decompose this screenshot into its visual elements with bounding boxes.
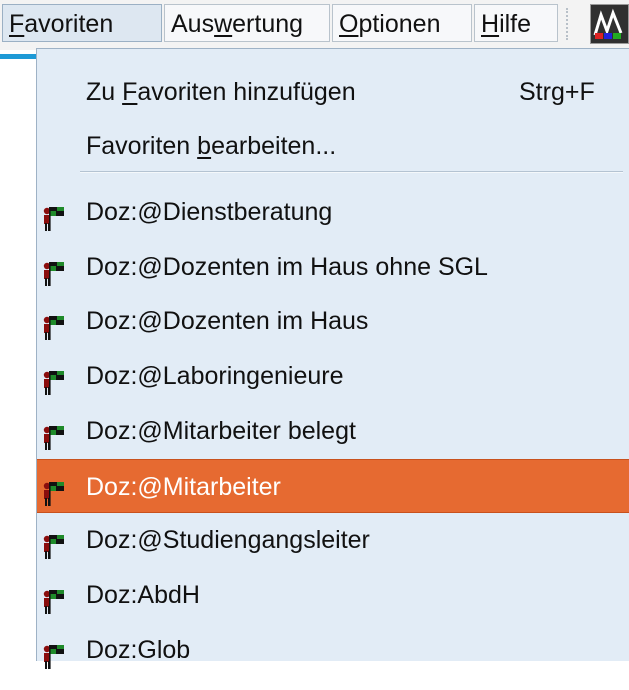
menu-auswertung[interactable]: Auswertung xyxy=(164,4,330,42)
menubar: Favoriten Auswertung Optionen Hilfe xyxy=(0,0,629,50)
menu-item-label: Doz:@Mitarbeiter xyxy=(86,473,281,501)
menu-item-label: Doz:@Dienstberatung xyxy=(86,198,333,226)
flag-person-icon xyxy=(41,581,67,614)
flag-person-icon xyxy=(41,526,67,559)
flag-person-icon xyxy=(41,636,67,669)
menu-item-label: Doz:AbdH xyxy=(86,581,200,609)
menu-item-label: Doz:@Studiengangsleiter xyxy=(86,526,370,554)
flag-person-icon xyxy=(41,198,67,231)
menu-item-favorite[interactable]: Doz:@Laboringenieure xyxy=(37,349,629,403)
flag-person-icon xyxy=(41,253,67,286)
favoriten-dropdown: Zu Favoriten hinzufügen Strg+F Favoriten… xyxy=(36,48,629,669)
accent-line xyxy=(0,54,36,59)
flag-person-icon xyxy=(41,473,67,506)
shortcut-label: Strg+F xyxy=(519,78,595,106)
flag-person-icon xyxy=(41,417,67,450)
menu-item-label: Doz:@Laboringenieure xyxy=(86,362,344,390)
menu-favoriten[interactable]: Favoriten xyxy=(2,4,162,42)
app-toolbar-icon[interactable] xyxy=(590,4,629,44)
menu-divider xyxy=(80,171,623,173)
menu-item-favorite[interactable]: Doz:@Studiengangsleiter xyxy=(37,513,629,567)
menu-item-favorite[interactable]: Doz:@Mitarbeiter xyxy=(37,459,629,513)
menu-item-label: Zu Favoriten hinzufügen xyxy=(86,78,356,106)
menu-item-favorite[interactable]: Doz:@Dienstberatung xyxy=(37,185,629,239)
menu-item-label: Doz:Glob xyxy=(86,636,191,664)
menu-item-add-favorite[interactable]: Zu Favoriten hinzufügen Strg+F xyxy=(37,65,629,119)
menu-item-favorite[interactable]: Doz:@Mitarbeiter belegt xyxy=(37,404,629,458)
menu-item-favorite[interactable]: Doz:@Dozenten im Haus ohne SGL xyxy=(37,240,629,294)
menu-item-favorite[interactable]: Doz:AbdH xyxy=(37,568,629,622)
menu-item-favorite[interactable]: Doz:Glob xyxy=(37,623,629,677)
menu-item-favorite[interactable]: Doz:@Dozenten im Haus xyxy=(37,294,629,348)
menu-item-label: Doz:@Mitarbeiter belegt xyxy=(86,417,356,445)
menu-hilfe[interactable]: Hilfe xyxy=(474,4,558,42)
menu-item-label: Doz:@Dozenten im Haus ohne SGL xyxy=(86,253,488,281)
menu-optionen[interactable]: Optionen xyxy=(332,4,472,42)
flag-person-icon xyxy=(41,307,67,340)
flag-person-icon xyxy=(41,362,67,395)
menu-item-label: Doz:@Dozenten im Haus xyxy=(86,307,369,335)
menu-item-label: Favoriten bearbeiten... xyxy=(86,132,337,160)
toolbar-separator xyxy=(566,8,576,40)
menu-item-edit-favorites[interactable]: Favoriten bearbeiten... xyxy=(37,119,629,173)
